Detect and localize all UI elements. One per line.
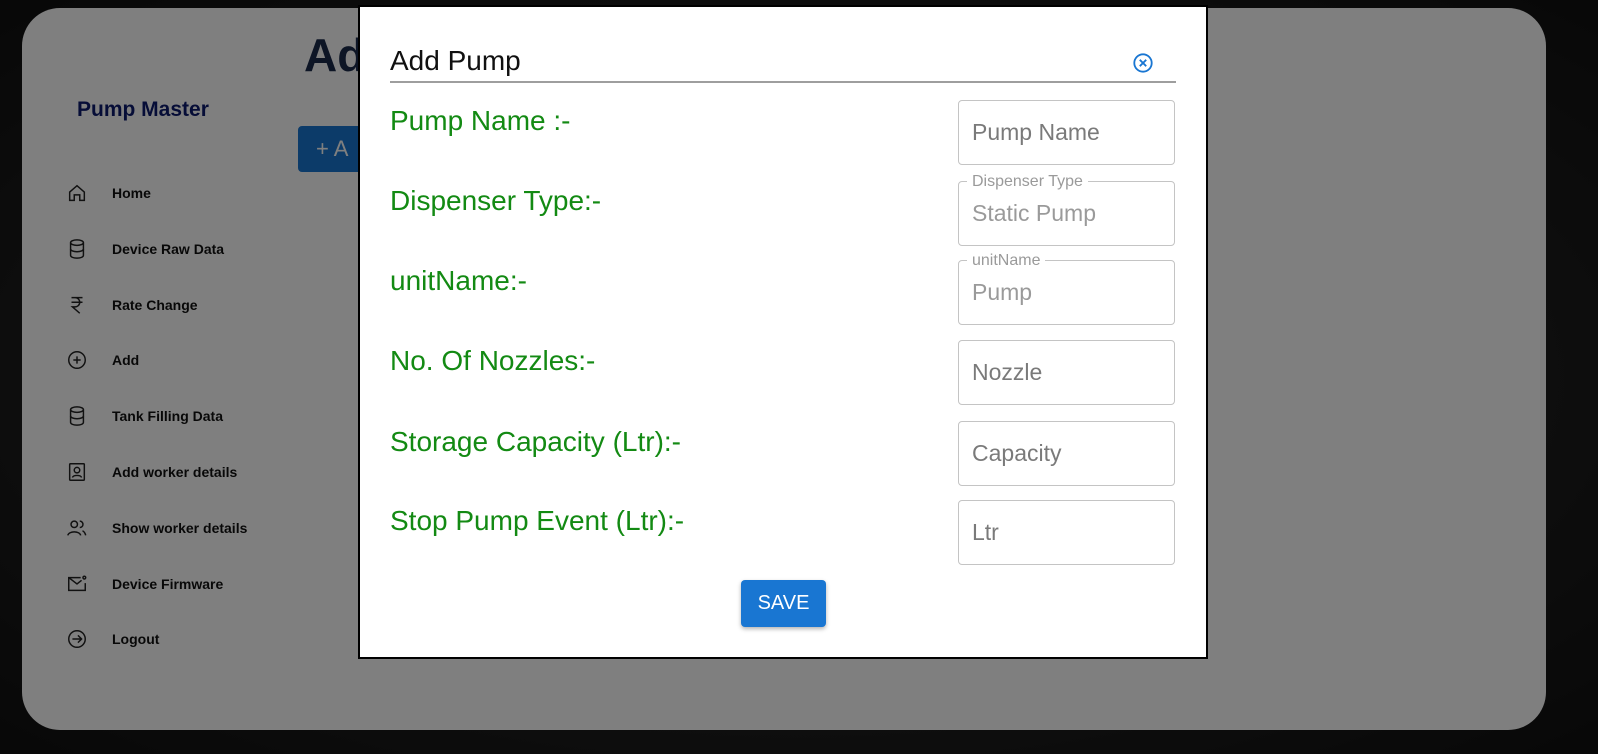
dispenser-type-field[interactable]: Dispenser Type Static Pump bbox=[958, 173, 1175, 246]
capacity-field[interactable] bbox=[958, 421, 1175, 486]
capacity-label: Storage Capacity (Ltr):- bbox=[390, 426, 681, 457]
dispenser-type-label: Dispenser Type:- bbox=[390, 185, 602, 216]
capacity-input[interactable] bbox=[972, 422, 1162, 485]
dispenser-type-legend: Dispenser Type bbox=[967, 173, 1088, 191]
pump-name-field[interactable] bbox=[958, 100, 1175, 165]
stop-event-field[interactable] bbox=[958, 500, 1175, 565]
dispenser-type-value: Static Pump bbox=[972, 200, 1096, 226]
stop-event-label: Stop Pump Event (Ltr):- bbox=[390, 505, 685, 536]
unit-name-label: unitName:- bbox=[390, 265, 527, 296]
save-button[interactable]: SAVE bbox=[741, 580, 826, 627]
modal-title: Add Pump bbox=[390, 45, 521, 76]
unit-name-field[interactable]: unitName Pump bbox=[958, 252, 1175, 325]
unit-name-legend: unitName bbox=[967, 252, 1046, 270]
close-icon[interactable] bbox=[1132, 52, 1154, 74]
nozzles-label: No. Of Nozzles:- bbox=[390, 345, 596, 376]
unit-name-value: Pump bbox=[972, 279, 1033, 305]
pump-name-input[interactable] bbox=[972, 101, 1162, 164]
nozzles-field[interactable] bbox=[958, 340, 1175, 405]
add-pump-modal: Add Pump Pump Name :- Dispenser Type:- D… bbox=[358, 5, 1208, 659]
modal-divider bbox=[390, 81, 1176, 83]
pump-name-label: Pump Name :- bbox=[390, 105, 571, 136]
stop-event-input[interactable] bbox=[972, 501, 1162, 564]
nozzles-input[interactable] bbox=[972, 341, 1162, 404]
